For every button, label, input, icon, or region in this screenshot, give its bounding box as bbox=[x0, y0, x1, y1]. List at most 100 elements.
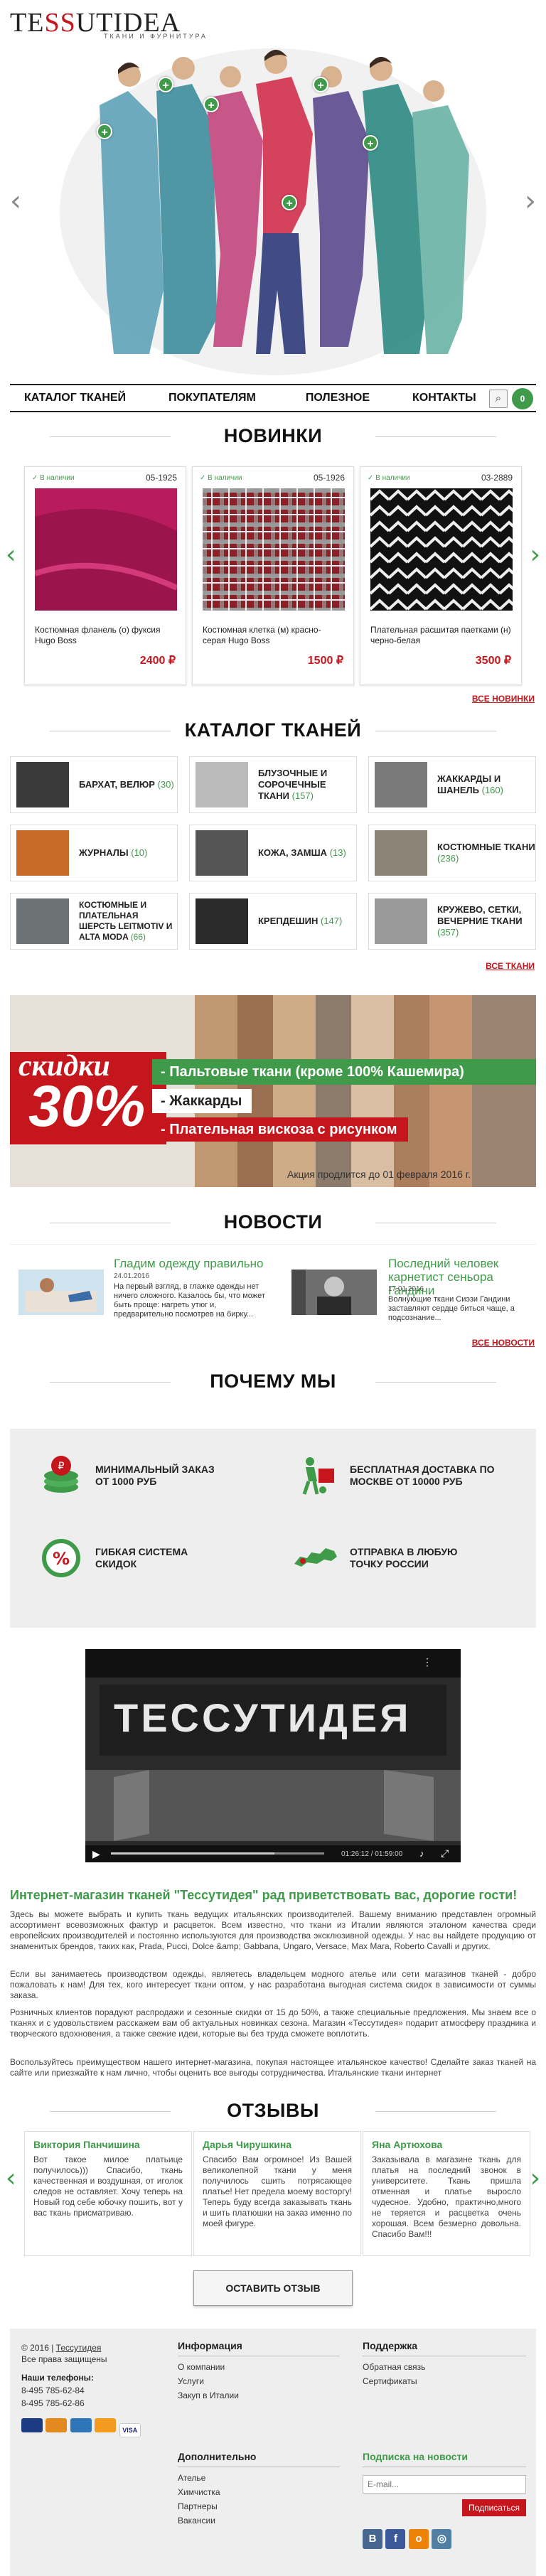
volume-icon[interactable]: ♪ bbox=[419, 1848, 424, 1859]
catalog-item[interactable]: КРЕПДЕШИН (147) bbox=[189, 893, 357, 950]
nav-item-contacts[interactable]: КОНТАКТЫ bbox=[412, 392, 476, 404]
all-new-link[interactable]: ВСЕ НОВИНКИ bbox=[472, 694, 535, 704]
hero-fashion-illustration bbox=[60, 48, 486, 375]
why-item: БЕСПЛАТНАЯ ДОСТАВКА ПО МОСКВЕ ОТ 10000 Р… bbox=[293, 1453, 506, 1498]
catalog-item[interactable]: КОСТЮМНЫЕ И ПЛАТЕЛЬНАЯ ШЕРСТЬ LEITMOTIV … bbox=[10, 893, 178, 950]
video-player[interactable]: ТЕССУТИДЕЯ ▶ 01:26:12 / 01:59:00 ♪ ⤢ ⋮ bbox=[85, 1649, 461, 1862]
product-name: Костюмная клетка (м) красно-серая Hugo B… bbox=[203, 625, 321, 645]
footer-link[interactable]: Закуп в Италии bbox=[178, 2388, 239, 2403]
facebook-icon[interactable]: f bbox=[385, 2529, 406, 2549]
copyright: © 2016 | bbox=[21, 2343, 54, 2353]
copyright-link[interactable]: Тессутидея bbox=[56, 2343, 102, 2353]
why-item: % ГИБКАЯ СИСТЕМА СКИДОК bbox=[38, 1535, 230, 1581]
cart-icon[interactable]: 0 bbox=[512, 388, 533, 409]
search-icon[interactable]: ⌕ bbox=[489, 390, 508, 408]
nav-item-buyers[interactable]: ПОКУПАТЕЛЯМ bbox=[168, 392, 256, 404]
phone[interactable]: 8-495 785-62-86 bbox=[21, 2398, 85, 2408]
hotspot-plus-icon[interactable]: + bbox=[203, 97, 219, 112]
footer-link[interactable]: Химчистка bbox=[178, 2485, 220, 2499]
catalog-item[interactable]: ЖУРНАЛЫ (10) bbox=[10, 825, 178, 881]
product-image bbox=[370, 488, 513, 611]
all-fabrics-link[interactable]: ВСЕ ТКАНИ bbox=[486, 961, 535, 971]
product-image bbox=[35, 488, 177, 611]
vk-icon[interactable]: B bbox=[363, 2529, 382, 2549]
news-text: На первый взгляд, в глажке одежды нет ни… bbox=[114, 1282, 265, 1319]
product-code: 05-1926 bbox=[313, 473, 345, 483]
nav-item-catalog[interactable]: КАТАЛОГ ТКАНЕЙ bbox=[24, 392, 126, 404]
catalog-item[interactable]: КОСТЮМНЫЕ ТКАНИ (236) bbox=[368, 825, 536, 881]
product-name: Плательная расшитая паетками (н) черно-б… bbox=[370, 625, 511, 645]
all-news-link[interactable]: ВСЕ НОВОСТИ bbox=[472, 1338, 535, 1348]
catalog-item-image bbox=[375, 898, 427, 944]
hotspot-plus-icon[interactable]: + bbox=[363, 135, 378, 151]
catalog-item[interactable]: КОЖА, ЗАМША (13) bbox=[189, 825, 357, 881]
mastercard-icon bbox=[21, 2418, 43, 2432]
carousel-next-icon[interactable]: › bbox=[530, 540, 540, 569]
footer-link[interactable]: О компании bbox=[178, 2360, 239, 2374]
phone[interactable]: 8-495 785-62-84 bbox=[21, 2386, 85, 2395]
why-item: ОТПРАВКА В ЛЮБУЮ ТОЧКУ РОССИИ bbox=[293, 1535, 485, 1581]
footer-link[interactable]: Сертификаты bbox=[363, 2374, 425, 2388]
video-sign-text: ТЕССУТИДЕЯ bbox=[114, 1695, 412, 1740]
hero-prev-arrow-icon[interactable]: ‹ bbox=[10, 185, 21, 218]
promo-banner[interactable]: скидки 30% - Пальтовые ткани (кроме 100%… bbox=[10, 995, 536, 1187]
news-date: 24.01.2016 bbox=[114, 1272, 150, 1280]
footer-link[interactable]: Партнеры bbox=[178, 2499, 220, 2513]
footer-link[interactable]: Вакансии bbox=[178, 2513, 220, 2528]
catalog-item-image bbox=[196, 762, 248, 807]
product-card[interactable]: ✓ В наличии 05-1925 Костюмная фланель (о… bbox=[24, 466, 186, 685]
odnoklassniki-icon[interactable]: o bbox=[408, 2529, 429, 2549]
product-code: 05-1925 bbox=[145, 473, 177, 483]
footer-link[interactable]: Услуги bbox=[178, 2374, 239, 2388]
subscribe-title: Подписка на новости bbox=[363, 2451, 469, 2462]
product-card[interactable]: ✓ В наличии 05-1926 Костюмная клетка (м)… bbox=[192, 466, 354, 685]
svg-text:%: % bbox=[53, 1549, 70, 1569]
video-menu-icon[interactable]: ⋮ bbox=[422, 1656, 432, 1668]
reviews-prev-icon[interactable]: ‹ bbox=[6, 2164, 16, 2193]
hotspot-plus-icon[interactable]: + bbox=[282, 195, 297, 210]
catalog-item[interactable]: ЖАККАРДЫ И ШАНЕЛЬ (160) bbox=[368, 756, 536, 813]
news-title[interactable]: Гладим одежду правильно bbox=[114, 1257, 270, 1270]
footer-link[interactable]: Ателье bbox=[178, 2471, 220, 2485]
play-icon[interactable]: ▶ bbox=[92, 1848, 100, 1860]
footer-support-title: Поддержка bbox=[363, 2340, 418, 2351]
hotspot-plus-icon[interactable]: + bbox=[158, 77, 173, 92]
video-frame bbox=[85, 1649, 461, 1862]
stock-status: ✓ В наличии bbox=[200, 474, 242, 482]
svg-text:₽: ₽ bbox=[58, 1461, 65, 1472]
phones-label: Наши телефоны: bbox=[21, 2373, 94, 2383]
reviews-next-icon[interactable]: › bbox=[530, 2164, 540, 2193]
fullscreen-icon[interactable]: ⤢ bbox=[441, 1847, 449, 1859]
product-name: Костюмная фланель (о) фуксия Hugo Boss bbox=[35, 625, 161, 645]
hero-next-arrow-icon[interactable]: › bbox=[525, 185, 536, 218]
catalog-item[interactable]: БЛУЗОЧНЫЕ И СОРОЧЕЧНЫЕ ТКАНИ (157) bbox=[189, 756, 357, 813]
news-image bbox=[18, 1270, 104, 1315]
hotspot-plus-icon[interactable]: + bbox=[97, 124, 112, 139]
subscribe-button[interactable]: Подписаться bbox=[462, 2499, 526, 2516]
banner-line: - Жаккарды bbox=[161, 1093, 242, 1109]
review-text: Заказывала в магазине ткань для платья н… bbox=[372, 2154, 521, 2239]
news-text: Волнующие ткани Сиэзи Гандини заставляют… bbox=[388, 1295, 515, 1322]
carousel-prev-icon[interactable]: ‹ bbox=[6, 540, 16, 569]
cart-count: 0 bbox=[520, 394, 525, 404]
catalog-item[interactable]: БАРХАТ, ВЕЛЮР (30) bbox=[10, 756, 178, 813]
section-title-new: НОВИНКИ bbox=[0, 425, 546, 447]
video-time: 01:26:12 / 01:59:00 bbox=[341, 1850, 403, 1858]
instagram-icon[interactable]: ◎ bbox=[432, 2529, 452, 2549]
news-date: 17.01.2016 bbox=[388, 1285, 424, 1293]
stock-status: ✓ В наличии bbox=[32, 474, 75, 482]
discount-icon: % bbox=[42, 1539, 80, 1577]
banner-footnote: Акция продлится до 01 февраля 2016 г. bbox=[287, 1169, 471, 1180]
catalog-item[interactable]: КРУЖЕВО, СЕТКИ, ВЕЧЕРНИЕ ТКАНИ (357) bbox=[368, 893, 536, 950]
product-card[interactable]: ✓ В наличии 03-2889 Плательная расшитая … bbox=[360, 466, 522, 685]
section-title-why: ПОЧЕМУ МЫ bbox=[0, 1370, 546, 1392]
email-field[interactable] bbox=[363, 2475, 526, 2494]
product-image bbox=[203, 488, 345, 611]
hotspot-plus-icon[interactable]: + bbox=[313, 77, 328, 92]
catalog-item-image bbox=[196, 898, 248, 944]
review-author: Виктория Панчишина bbox=[33, 2139, 140, 2150]
divider bbox=[10, 1244, 536, 1245]
footer-link[interactable]: Обратная связь bbox=[363, 2360, 425, 2374]
leave-review-button[interactable]: ОСТАВИТЬ ОТЗЫВ bbox=[193, 2270, 353, 2306]
nav-item-useful[interactable]: ПОЛЕЗНОЕ bbox=[306, 392, 370, 404]
